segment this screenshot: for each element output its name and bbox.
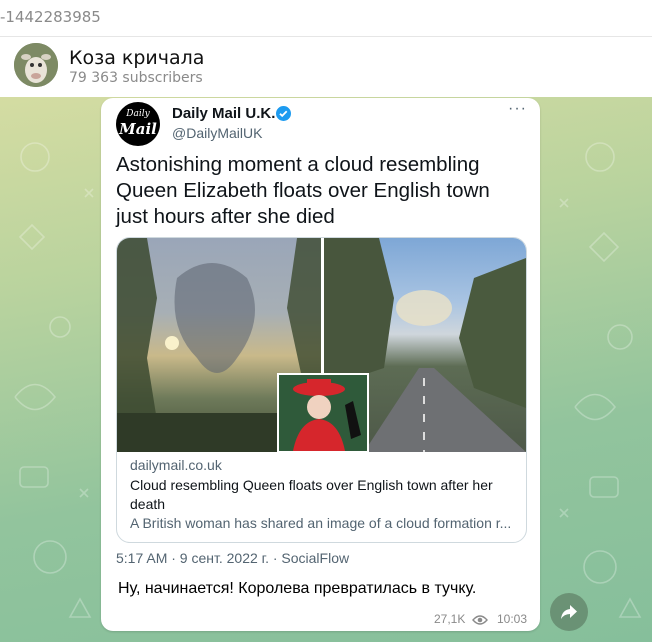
- channel-header[interactable]: Коза кричала 79 363 subscribers: [0, 37, 652, 97]
- channel-name[interactable]: Коза кричала: [69, 47, 204, 69]
- tweet-author-name[interactable]: Daily Mail U.K.: [172, 105, 275, 122]
- share-button[interactable]: [550, 593, 588, 631]
- more-options-icon[interactable]: ···: [508, 100, 527, 118]
- message-caption: Ну, начинается! Королева превратилась в …: [118, 580, 477, 597]
- embedded-tweet[interactable]: Daily Mail Daily Mail U.K. @DailyMailUK …: [108, 100, 536, 570]
- share-arrow-icon: [561, 605, 577, 619]
- window-topbar: -1442283985: [0, 0, 652, 37]
- verified-badge-icon: [276, 106, 291, 121]
- tweet-headline: Astonishing moment a cloud resembling Qu…: [116, 153, 490, 228]
- link-preview-card[interactable]: dailymail.co.uk Cloud resembling Queen f…: [116, 237, 527, 543]
- channel-avatar[interactable]: [14, 43, 58, 87]
- message-time: 10:03: [497, 612, 528, 626]
- subscriber-count: 79 363 subscribers: [69, 70, 203, 86]
- daily-mail-logo[interactable]: Daily Mail: [116, 102, 160, 146]
- card-domain: dailymail.co.uk: [130, 457, 222, 473]
- eye-icon: [472, 613, 488, 631]
- tweet-timestamp[interactable]: 5:17 AM · 9 сент. 2022 г. · SocialFlow: [116, 550, 349, 566]
- chat-id: -1442283985: [0, 8, 101, 26]
- queen-inset-photo: [277, 373, 369, 453]
- card-description: A British woman has shared an image of a…: [130, 515, 512, 531]
- card-title[interactable]: Cloud resembling Queen floats over Engli…: [130, 476, 510, 514]
- tweet-handle[interactable]: @DailyMailUK: [172, 125, 262, 141]
- view-count: 27,1K: [434, 612, 466, 626]
